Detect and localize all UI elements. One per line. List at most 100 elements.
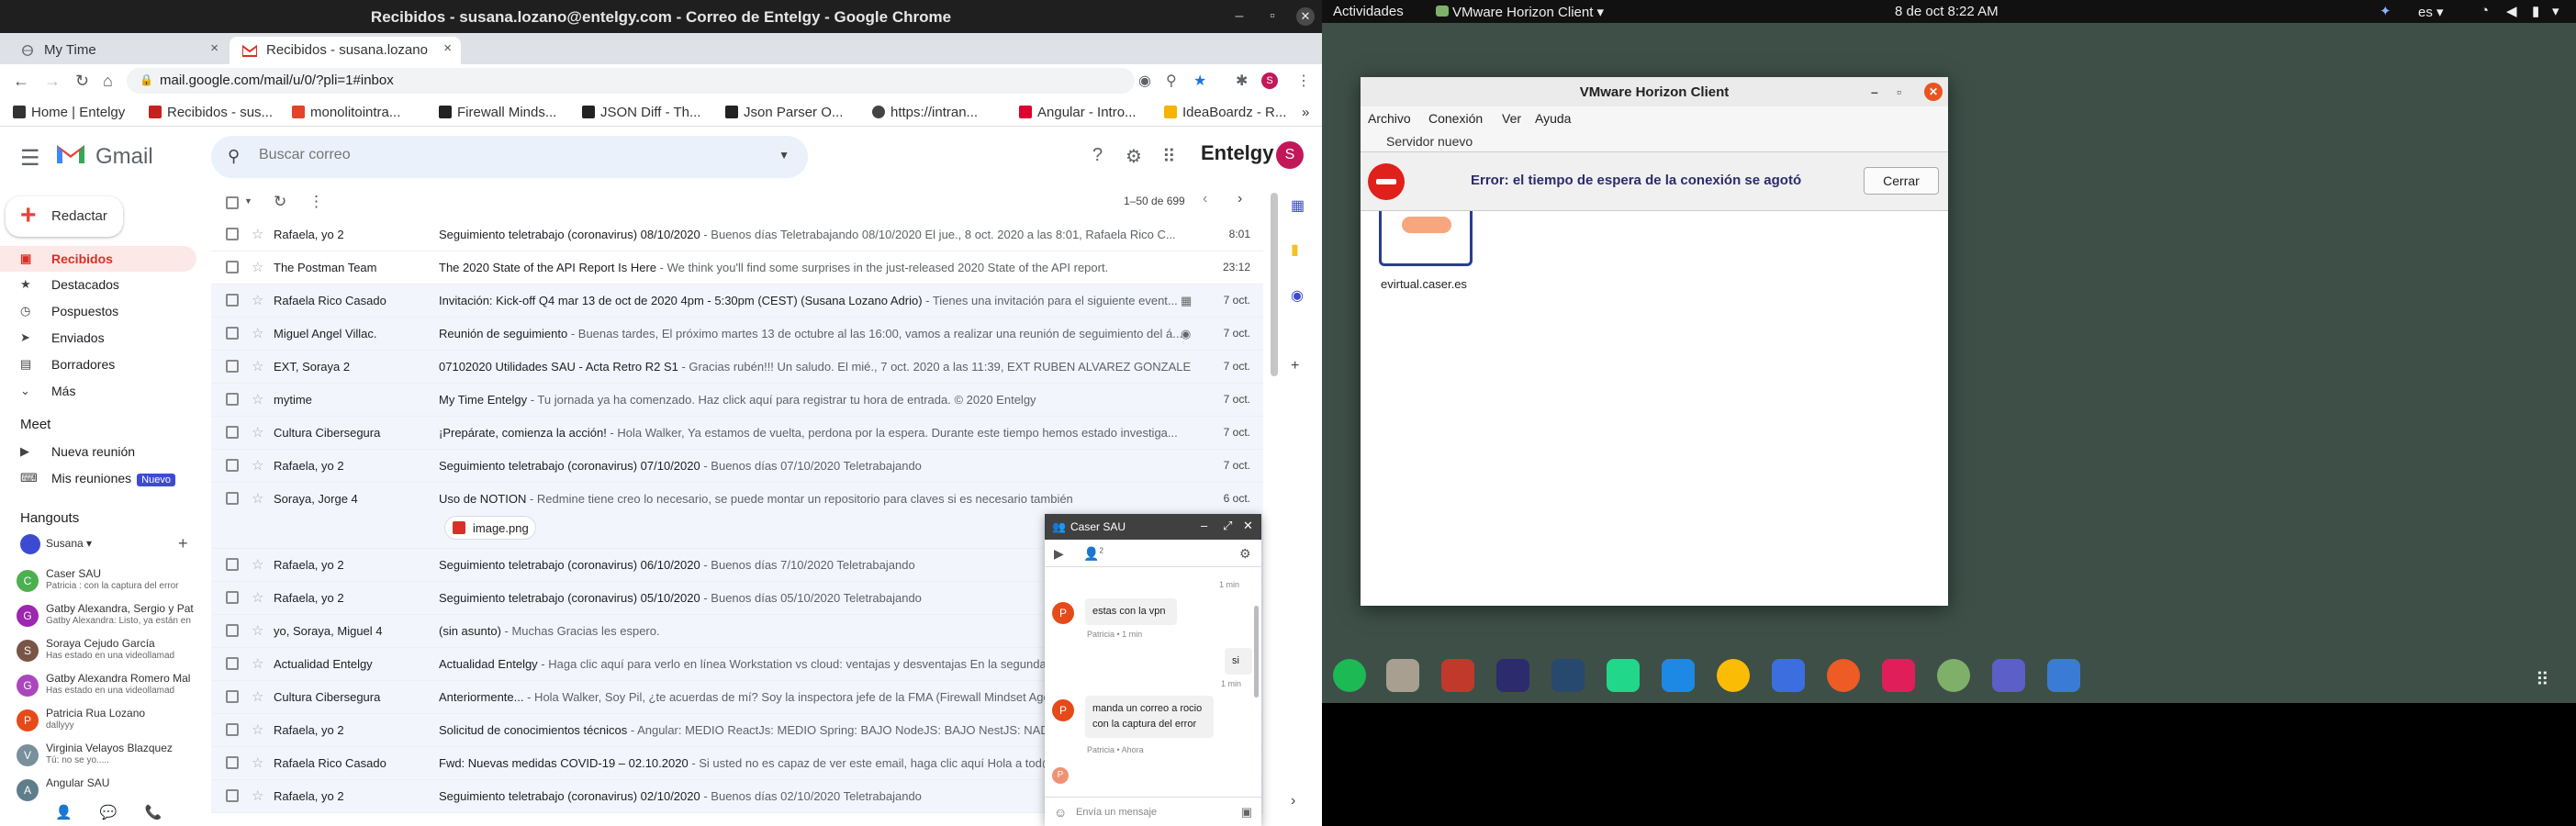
search-input[interactable]: [259, 147, 736, 163]
battery-icon[interactable]: ▮: [2532, 3, 2539, 19]
menu-conexion[interactable]: Conexión: [1428, 111, 1483, 126]
row-checkbox[interactable]: [226, 591, 239, 604]
close-chat-icon[interactable]: ✕: [1243, 519, 1253, 533]
hangout-contact[interactable]: P Patricia Rua Lozano dallyyy: [17, 707, 196, 742]
vmware-titlebar[interactable]: VMware Horizon Client – ▫ ✕: [1361, 77, 1948, 106]
nav-item-borradores[interactable]: ▤ Borradores: [0, 352, 196, 377]
nav-item-enviados[interactable]: ➤ Enviados: [0, 325, 196, 351]
phone-icon[interactable]: 📞: [145, 805, 162, 820]
settings-gear-icon[interactable]: ⚙: [1126, 145, 1142, 168]
chat-scrollbar[interactable]: [1254, 606, 1259, 698]
activities-button[interactable]: Actividades: [1333, 4, 1404, 19]
bookmarks-overflow-icon[interactable]: »: [1302, 105, 1309, 120]
star-icon[interactable]: ☆: [252, 391, 263, 407]
star-icon[interactable]: ☆: [252, 556, 263, 573]
wifi-icon[interactable]: ◔: [2481, 3, 2489, 18]
close-window-icon[interactable]: ✕: [1924, 83, 1943, 101]
row-checkbox[interactable]: [226, 459, 239, 472]
nav-item-recibidos[interactable]: ▣ Recibidos: [0, 246, 196, 272]
maximize-icon[interactable]: ▫: [1897, 84, 1901, 99]
zoom-icon[interactable]: ⚲: [1166, 72, 1177, 90]
prev-page-icon[interactable]: ‹: [1203, 191, 1207, 207]
clock[interactable]: 8 de oct 8:22 AM: [1895, 4, 1999, 19]
bookmark-item[interactable]: monolitointra...: [292, 105, 400, 120]
nx-icon[interactable]: [2047, 659, 2080, 692]
hangout-contact[interactable]: S Soraya Cejudo García Has estado en una v…: [17, 637, 196, 672]
address-bar[interactable]: 🔒 mail.google.com/mail/u/0/?pli=1#inbox: [127, 68, 1135, 94]
star-icon[interactable]: ☆: [252, 325, 263, 341]
forward-icon[interactable]: →: [44, 72, 61, 91]
bookmark-item[interactable]: JSON Diff - Th...: [582, 105, 700, 120]
account-avatar[interactable]: S: [1276, 141, 1304, 169]
close-tab-icon[interactable]: ×: [210, 40, 218, 56]
files-icon[interactable]: [1386, 659, 1419, 692]
bookmark-star-icon[interactable]: ★: [1193, 72, 1206, 90]
search-box[interactable]: ⚲ ▼: [211, 136, 808, 178]
menu-dots-icon[interactable]: ⋮: [1296, 72, 1311, 90]
text-editor-icon[interactable]: [1772, 659, 1805, 692]
hangouts-bubble-icon[interactable]: 💬: [100, 805, 118, 820]
row-checkbox[interactable]: [226, 492, 239, 505]
expand-panel-icon[interactable]: ›: [1291, 793, 1295, 809]
video-call-icon[interactable]: ▶: [1054, 546, 1064, 562]
pycharm-icon[interactable]: [1607, 659, 1640, 692]
next-page-icon[interactable]: ›: [1238, 191, 1242, 207]
volume-icon[interactable]: ◀: [2506, 3, 2517, 19]
add-contact-icon[interactable]: +: [178, 534, 188, 553]
row-checkbox[interactable]: [226, 789, 239, 802]
chat-header[interactable]: 👥 Caser SAU – ⤢ ✕: [1045, 514, 1261, 540]
tab-gmail[interactable]: Recibidos - susana.lozano ×: [230, 37, 461, 64]
popout-chat-icon[interactable]: ⤢: [1223, 519, 1232, 533]
row-checkbox[interactable]: [226, 426, 239, 439]
server-tile[interactable]: [1379, 211, 1473, 266]
star-icon[interactable]: ☆: [252, 490, 263, 507]
row-checkbox[interactable]: [226, 690, 239, 703]
my-meetings-link[interactable]: ⌨ Mis reuniones Nuevo: [0, 465, 196, 491]
close-window-icon[interactable]: ✕: [1296, 7, 1315, 26]
row-checkbox[interactable]: [226, 360, 239, 373]
email-row[interactable]: ☆ Cultura Cibersegura ¡Prepárate, comienza…: [211, 417, 1263, 450]
app-menu[interactable]: VMware Horizon Client ▾: [1436, 4, 1604, 20]
vmware-horizon-icon[interactable]: [1937, 659, 1970, 692]
row-checkbox[interactable]: [226, 756, 239, 769]
minimize-chat-icon[interactable]: –: [1201, 519, 1207, 532]
hangout-contact[interactable]: C Caser SAU Patricia : con la captura del …: [17, 567, 196, 602]
nav-item-mas[interactable]: ⌄ Más: [0, 378, 196, 404]
search-options-icon[interactable]: ▼: [778, 149, 790, 162]
system-menu-icon[interactable]: ▾: [2552, 3, 2559, 19]
back-icon[interactable]: ←: [13, 72, 29, 91]
select-dropdown-icon[interactable]: ▼: [244, 196, 252, 206]
star-icon[interactable]: ☆: [252, 754, 263, 771]
star-icon[interactable]: ☆: [252, 589, 263, 606]
extensions-icon[interactable]: ✱: [1236, 72, 1248, 90]
chrome-icon[interactable]: [1717, 659, 1750, 692]
mysql-workbench-icon[interactable]: [1551, 659, 1585, 692]
email-row[interactable]: ☆ Miguel Angel Villac. Reunión de seguimie…: [211, 318, 1263, 351]
menu-ayuda[interactable]: Ayuda: [1535, 111, 1571, 126]
email-row[interactable]: ☆ The Postman Team The 2020 State of the A…: [211, 251, 1263, 285]
add-addon-icon[interactable]: +: [1291, 358, 1299, 374]
tray-icon[interactable]: ✦: [2380, 3, 2391, 19]
tab-my-time[interactable]: My Time ×: [7, 37, 228, 64]
chat-input[interactable]: ☺ Envía un mensaje ▣: [1045, 797, 1261, 826]
insert-image-icon[interactable]: ▣: [1241, 805, 1252, 820]
main-menu-icon[interactable]: ☰: [20, 145, 40, 172]
home-icon[interactable]: ⌂: [103, 72, 113, 91]
mail-scrollbar[interactable]: [1271, 193, 1278, 376]
email-row[interactable]: ☆ EXT, Soraya 2 07102020 Utilidades SAU - …: [211, 351, 1263, 384]
hangout-contact[interactable]: G Gatby Alexandra, Sergio y Pat Gatby Alex…: [17, 602, 196, 637]
teams-icon[interactable]: [1992, 659, 2025, 692]
hangout-contact[interactable]: G Gatby Alexandra Romero Mal Has estado en…: [17, 672, 196, 707]
row-checkbox[interactable]: [226, 393, 239, 406]
vscode-icon[interactable]: [1662, 659, 1695, 692]
help-icon[interactable]: ?: [1092, 145, 1103, 166]
jetbrains-toolbox-icon[interactable]: [1441, 659, 1474, 692]
tasks-icon[interactable]: ◉: [1291, 286, 1304, 305]
select-all-checkbox[interactable]: [226, 196, 239, 209]
language-indicator[interactable]: es ▾: [2418, 4, 2444, 20]
row-checkbox[interactable]: [226, 723, 239, 736]
menu-archivo[interactable]: Archivo: [1368, 111, 1411, 126]
new-meeting-link[interactable]: ▶ Nueva reunión: [0, 439, 196, 464]
refresh-icon[interactable]: ↻: [274, 193, 286, 211]
minimize-icon[interactable]: –: [1230, 7, 1249, 26]
